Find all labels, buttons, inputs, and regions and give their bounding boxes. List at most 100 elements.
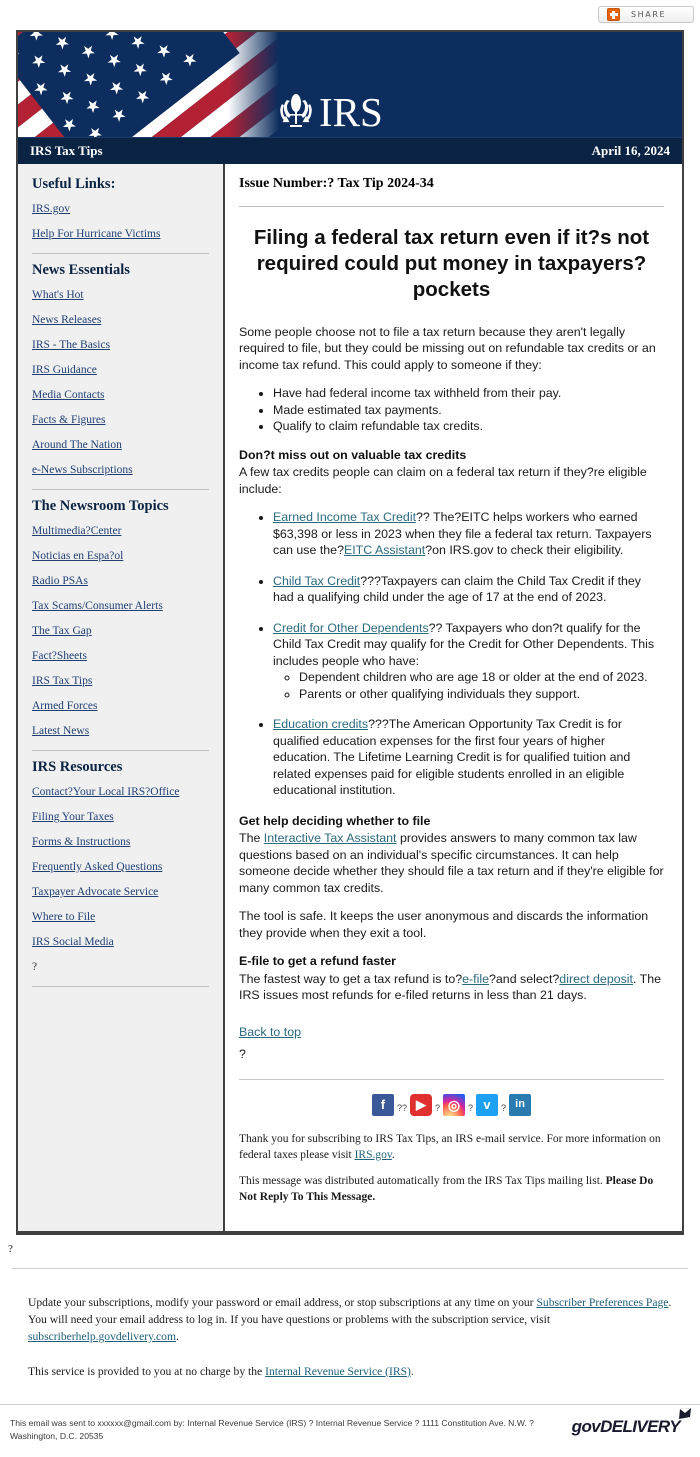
facebook-icon-glyph: f: [380, 1097, 386, 1113]
youtube-icon-glyph: ▶: [415, 1097, 426, 1113]
body-wrap: Useful Links: IRS.gov Help For Hurricane V…: [18, 164, 682, 1234]
sidebar-item-multimedia-center[interactable]: Multimedia?Center: [32, 525, 209, 537]
list-item: Have had federal income tax withheld fro…: [273, 385, 664, 402]
eitc-assistant-link[interactable]: EITC Assistant: [344, 543, 425, 557]
email-frame: ★★★★★★★★★★★★★★★★★★★★★★★★★★★★★★: [16, 30, 684, 1236]
sidebar-item-help-for-hurricane-victims[interactable]: Help For Hurricane Victims: [32, 228, 209, 240]
credits-lead: A few tax credits people can claim on a …: [239, 465, 647, 496]
social-separator: ?: [501, 1102, 507, 1113]
help-text-before: The: [239, 831, 264, 846]
auto-distributed-paragraph: This message was distributed automatical…: [239, 1174, 664, 1206]
twitter-icon[interactable]: ᴠ: [476, 1093, 499, 1116]
efile-text-b: ?and select?: [489, 971, 560, 986]
direct-deposit-link[interactable]: direct deposit: [559, 972, 633, 986]
sidebar-item-facts-figures[interactable]: Facts & Figures: [32, 414, 209, 426]
sub-list-item: Dependent children who are age 18 or old…: [299, 669, 664, 686]
social-separator: ?: [434, 1102, 440, 1113]
instagram-icon-glyph: ◎: [447, 1096, 461, 1113]
credit-link-earned-income-tax-credit[interactable]: Earned Income Tax Credit: [273, 510, 416, 524]
sidebar-heading: Useful Links:: [32, 176, 116, 192]
share-button-label: SHARE: [631, 10, 667, 19]
sidebar-heading: The Newsroom Topics: [32, 498, 169, 514]
interactive-tax-assistant-link[interactable]: Interactive Tax Assistant: [264, 831, 397, 845]
sidebar-item-noticias-en-espa-ol[interactable]: Noticias en Espa?ol: [32, 550, 209, 562]
list-item: Education credits???The American Opportu…: [273, 716, 664, 799]
list-item: Earned Income Tax Credit?? The?EITC help…: [273, 509, 664, 559]
sidebar-item-irs-the-basics[interactable]: IRS - The Basics: [32, 339, 209, 351]
main-content: Issue Number:? Tax Tip 2024-34 Filing a …: [225, 164, 682, 1234]
sidebar-item-irs-social-media[interactable]: IRS Social Media: [32, 936, 209, 948]
social-separator: ??: [396, 1102, 407, 1113]
linkedin-icon[interactable]: in: [509, 1093, 532, 1116]
facebook-icon[interactable]: f: [371, 1093, 394, 1116]
sub-list-item: Parents or other qualifying individuals …: [299, 686, 664, 703]
list-item: Credit for Other Dependents?? Taxpayers …: [273, 620, 664, 703]
sidebar-item-filing-your-taxes[interactable]: Filing Your Taxes: [32, 811, 209, 823]
list-item: Qualify to claim refundable tax credits.: [273, 418, 664, 435]
sidebar-item-armed-forces[interactable]: Armed Forces: [32, 700, 209, 712]
govdelivery-bar: This email was sent to xxxxxx@gmail.com …: [0, 1405, 700, 1457]
auto-text: This message was distributed automatical…: [239, 1175, 606, 1188]
sidebar-item-what-s-hot[interactable]: What's Hot: [32, 289, 209, 301]
sidebar-item-taxpayer-advocate-service[interactable]: Taxpayer Advocate Service: [32, 886, 209, 898]
masthead: ★★★★★★★★★★★★★★★★★★★★★★★★★★★★★★: [18, 32, 682, 137]
sidebar-item-around-the-nation[interactable]: Around The Nation: [32, 439, 209, 451]
credit-link-child-tax-credit[interactable]: Child Tax Credit: [273, 574, 360, 588]
irs-gov-footer-link[interactable]: IRS.gov: [355, 1149, 392, 1161]
credit-text-tail: ?on IRS.gov to check their eligibility.: [425, 543, 624, 558]
sidebar: Useful Links: IRS.gov Help For Hurricane V…: [18, 164, 225, 1234]
sidebar-divider: [32, 986, 209, 987]
thanks-text-b: .: [391, 1148, 395, 1161]
sidebar-item-the-tax-gap[interactable]: The Tax Gap: [32, 625, 209, 637]
sidebar-item-irs-tax-tips[interactable]: IRS Tax Tips: [32, 675, 209, 687]
intro-paragraph: Some people choose not to file a tax ret…: [239, 324, 656, 372]
subscription-footer: Update your subscriptions, modify your p…: [0, 1269, 700, 1380]
sidebar-item-irs-guidance[interactable]: IRS Guidance: [32, 364, 209, 376]
share-bar: SHARE: [0, 0, 700, 30]
credit-link-education-credits[interactable]: Education credits: [273, 717, 368, 731]
sidebar-item-news-releases[interactable]: News Releases: [32, 314, 209, 326]
irs-seal-icon: [280, 94, 312, 127]
credit-link-credit-for-other-dependents[interactable]: Credit for Other Dependents: [273, 621, 429, 635]
us-flag-banner: ★★★★★★★★★★★★★★★★★★★★★★★★★★★★★★: [18, 32, 288, 137]
sidebar-item-latest-news[interactable]: Latest News: [32, 725, 209, 737]
efile-paragraph: The fastest way to get a tax refund is t…: [239, 971, 664, 1004]
irs-logo: IRS: [273, 90, 383, 134]
thanks-text-a: Thank you for subscribing to IRS Tax Tip…: [239, 1132, 661, 1161]
article-body: Some people choose not to file a tax ret…: [239, 324, 664, 1063]
share-button[interactable]: SHARE: [598, 6, 694, 23]
sidebar-item-tax-scams-consumer-alerts[interactable]: Tax Scams/Consumer Alerts: [32, 600, 209, 612]
efile-link[interactable]: e-file: [462, 972, 489, 986]
update-subscriptions-paragraph: Update your subscriptions, modify your p…: [28, 1295, 672, 1345]
publication-date: April 16, 2024: [591, 143, 670, 158]
list-item: Made estimated tax payments.: [273, 402, 664, 419]
update-text-a: Update your subscriptions, modify your p…: [28, 1296, 537, 1310]
sidebar-item-e-news-subscriptions[interactable]: e-News Subscriptions: [32, 464, 209, 476]
divider: [239, 206, 664, 207]
sidebar-item-fact-sheets[interactable]: Fact?Sheets: [32, 650, 209, 662]
subscriber-preferences-link[interactable]: Subscriber Preferences Page: [536, 1296, 668, 1309]
sidebar-item-media-contacts[interactable]: Media Contacts: [32, 389, 209, 401]
social-separator: ?: [468, 1102, 474, 1113]
credits-heading: Don?t miss out on valuable tax credits: [239, 447, 467, 462]
sidebar-item-frequently-asked-questions[interactable]: Frequently Asked Questions: [32, 861, 209, 873]
social-links-row: f?? ▶? ◎? ᴠ? in: [239, 1093, 664, 1116]
youtube-icon[interactable]: ▶: [409, 1093, 432, 1116]
sidebar-item-radio-psas[interactable]: Radio PSAs: [32, 575, 209, 587]
sidebar-item-where-to-file[interactable]: Where to File: [32, 911, 209, 923]
linkedin-icon-glyph: in: [515, 1098, 525, 1111]
sidebar-item-irs-gov[interactable]: IRS.gov: [32, 203, 209, 215]
plus-share-icon: [607, 8, 620, 21]
internal-revenue-service-link[interactable]: Internal Revenue Service (IRS): [265, 1365, 411, 1378]
list-item: Child Tax Credit???Taxpayers can claim t…: [273, 573, 664, 606]
sent-to-text: This email was sent to xxxxxx@gmail.com …: [10, 1418, 534, 1442]
help-paragraph: The Interactive Tax Assistant provides a…: [239, 830, 664, 896]
sidebar-item-forms-instructions[interactable]: Forms & Instructions: [32, 836, 209, 848]
subscriberhelp-link[interactable]: subscriberhelp.govdelivery.com: [28, 1330, 176, 1343]
sidebar-item-contact-your-local-irs-office[interactable]: Contact?Your Local IRS?Office: [32, 786, 209, 798]
instagram-icon[interactable]: ◎: [443, 1093, 465, 1116]
efile-text-a: The fastest way to get a tax refund is t…: [239, 971, 463, 986]
publication-name: IRS Tax Tips: [30, 143, 103, 158]
back-to-top-link[interactable]: Back to top: [239, 1025, 301, 1039]
sidebar-divider: [32, 489, 209, 490]
